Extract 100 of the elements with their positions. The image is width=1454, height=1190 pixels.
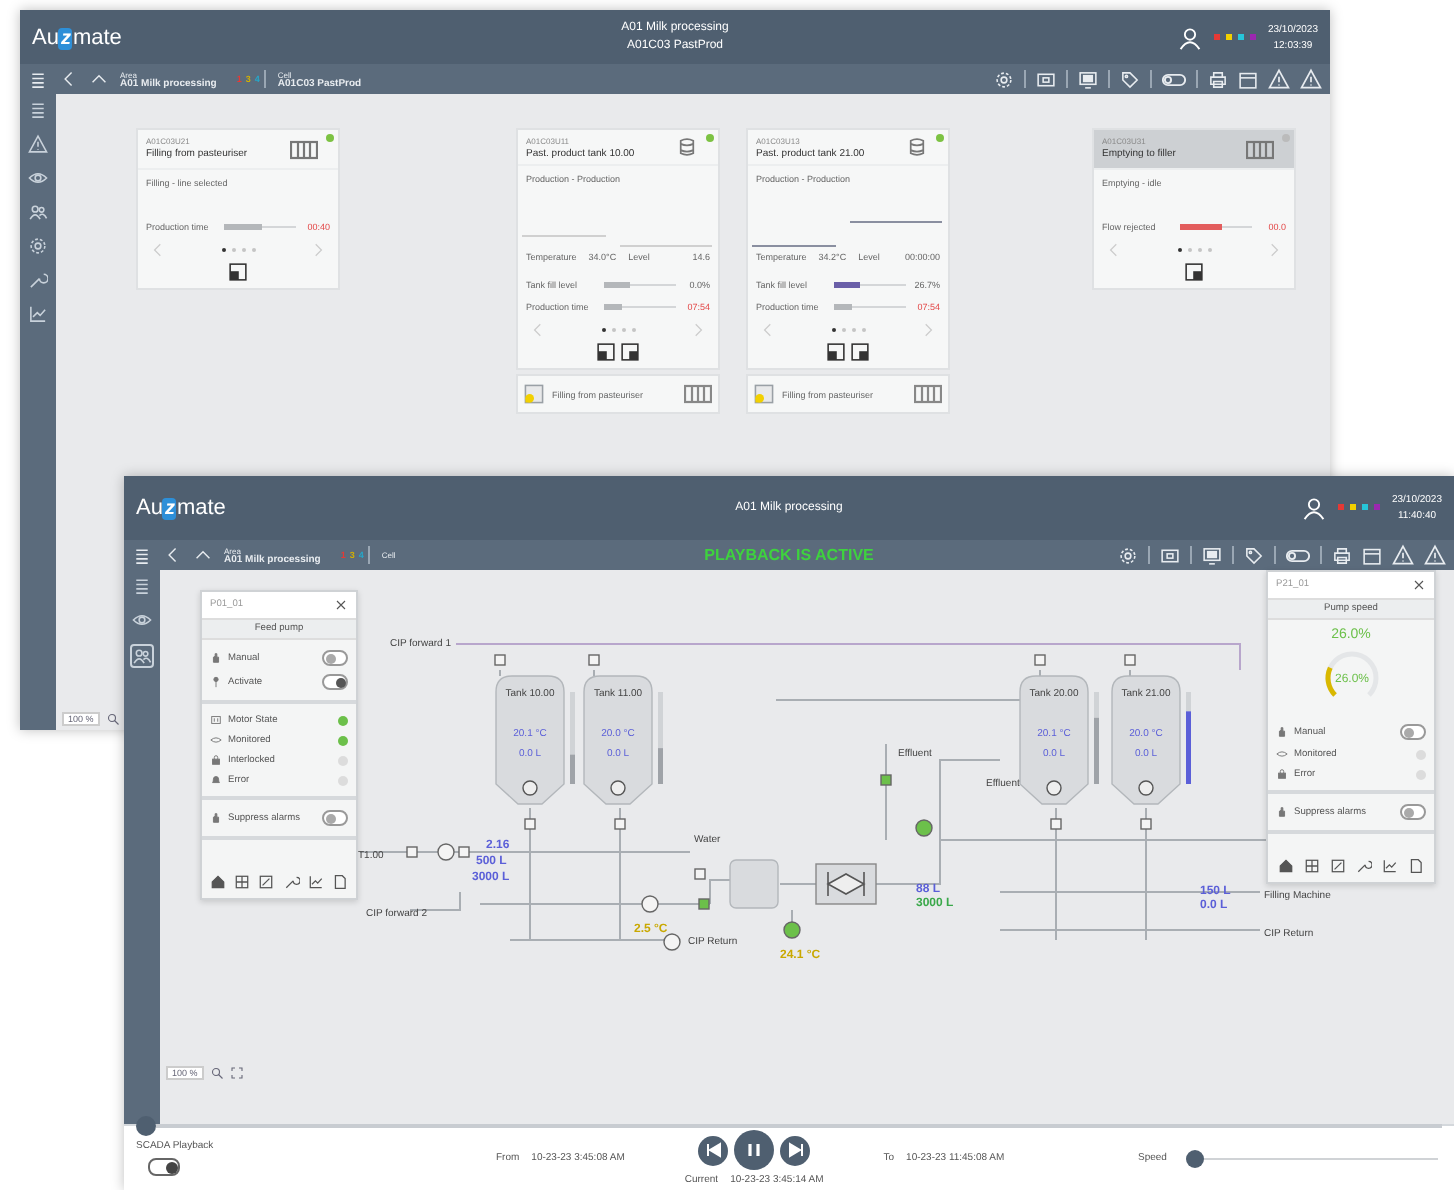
printer-icon[interactable]	[1332, 545, 1352, 565]
home-icon[interactable]	[210, 874, 227, 890]
sidebar-item[interactable]	[130, 644, 154, 668]
grid-icon[interactable]	[1303, 858, 1320, 874]
calendar-icon[interactable]	[1238, 69, 1258, 89]
close-icon[interactable]	[1412, 578, 1426, 592]
tank	[583, 675, 653, 805]
lock-icon	[1276, 768, 1288, 780]
toggle-switch[interactable]	[1400, 804, 1426, 820]
valve[interactable]	[494, 654, 506, 666]
toggle-switch[interactable]	[322, 810, 348, 826]
timeline-thumb[interactable]	[136, 1116, 156, 1136]
pump[interactable]	[663, 933, 681, 951]
tank-icon	[906, 136, 928, 158]
search-icon[interactable]	[105, 712, 120, 726]
gear-icon[interactable]	[1118, 545, 1138, 565]
unit-icon	[524, 384, 544, 404]
pin-icon	[210, 676, 222, 688]
window-icon[interactable]	[620, 342, 640, 362]
valve[interactable]	[1124, 654, 1136, 666]
tank	[1111, 675, 1181, 805]
menu-icon[interactable]	[28, 100, 48, 120]
agitator-icon	[1138, 780, 1154, 796]
people-icon	[132, 646, 152, 666]
back-icon[interactable]	[60, 70, 78, 88]
printer-icon[interactable]	[1208, 69, 1228, 89]
pump[interactable]	[915, 819, 933, 837]
up-icon[interactable]	[90, 70, 108, 88]
pause-button[interactable]	[734, 1130, 775, 1170]
toggle-switch[interactable]	[322, 674, 348, 690]
toggle-switch[interactable]	[1400, 724, 1426, 740]
valve[interactable]	[588, 654, 600, 666]
previous-button[interactable]	[698, 1135, 729, 1165]
monitor-icon[interactable]	[1160, 545, 1180, 565]
valve[interactable]	[698, 898, 710, 910]
pencil-icon[interactable]	[1329, 858, 1346, 874]
menu-icon[interactable]	[28, 69, 48, 89]
tank	[495, 675, 565, 805]
window-icon[interactable]	[826, 342, 846, 362]
wrench-icon[interactable]	[1356, 858, 1373, 874]
gear-icon[interactable]	[994, 69, 1014, 89]
filler-icon	[914, 380, 942, 408]
sidebar-item[interactable]	[132, 610, 152, 630]
pump[interactable]	[641, 895, 659, 913]
up-icon[interactable]	[194, 546, 212, 564]
monitor-icon[interactable]	[1036, 69, 1056, 89]
document-icon[interactable]	[331, 874, 348, 890]
user-icon[interactable]	[1177, 25, 1202, 49]
screen-icon[interactable]	[1078, 69, 1098, 89]
grid-icon[interactable]	[234, 874, 251, 890]
people-icon[interactable]	[28, 202, 48, 222]
wrench-icon[interactable]	[283, 874, 300, 890]
valve[interactable]	[406, 846, 418, 858]
hand-icon	[1276, 726, 1288, 738]
valve[interactable]	[524, 818, 536, 830]
gear-icon[interactable]	[28, 236, 48, 256]
pencil-icon[interactable]	[258, 874, 275, 890]
window-icon[interactable]	[850, 342, 870, 362]
window-icon[interactable]	[1184, 262, 1204, 282]
window-icon[interactable]	[228, 262, 248, 282]
valve[interactable]	[1140, 818, 1152, 830]
eye-icon[interactable]	[28, 168, 48, 188]
toggle-switch[interactable]	[322, 650, 348, 666]
warning-icon[interactable]	[1300, 68, 1322, 90]
warning-icon[interactable]	[1268, 68, 1290, 90]
valve[interactable]	[458, 846, 470, 858]
valve[interactable]	[1050, 818, 1062, 830]
user-icon[interactable]	[1301, 496, 1326, 520]
tag-icon[interactable]	[1120, 69, 1140, 89]
valve[interactable]	[694, 868, 706, 880]
back-icon[interactable]	[164, 546, 182, 564]
search-icon[interactable]	[209, 1066, 224, 1080]
agitator-icon	[522, 780, 538, 796]
calendar-icon[interactable]	[1362, 545, 1382, 565]
warning-icon[interactable]	[1392, 544, 1414, 566]
warning-icon[interactable]	[28, 134, 48, 154]
gauge-track	[1324, 651, 1378, 697]
close-icon[interactable]	[334, 598, 348, 612]
warning-icon[interactable]	[1424, 544, 1446, 566]
valve[interactable]	[880, 774, 892, 786]
window-icon[interactable]	[596, 342, 616, 362]
document-icon[interactable]	[1408, 858, 1425, 874]
sidebar-item[interactable]	[132, 576, 152, 596]
screen-icon[interactable]	[1202, 545, 1222, 565]
line-chart-icon[interactable]	[307, 874, 324, 890]
home-icon[interactable]	[1277, 858, 1294, 874]
tag-icon[interactable]	[1244, 545, 1264, 565]
speed-thumb[interactable]	[1186, 1149, 1205, 1167]
next-button[interactable]	[780, 1135, 811, 1165]
pump[interactable]	[783, 921, 801, 939]
line-chart-icon[interactable]	[1382, 858, 1399, 874]
menu-icon[interactable]	[132, 545, 152, 565]
heat-exchanger-drawing	[815, 863, 877, 905]
eye-icon	[132, 610, 152, 630]
toggle-switch[interactable]	[148, 1158, 180, 1176]
pump[interactable]	[437, 843, 455, 861]
tank	[1019, 675, 1089, 805]
valve[interactable]	[1034, 654, 1046, 666]
valve[interactable]	[614, 818, 626, 830]
hand-icon	[1276, 806, 1288, 818]
